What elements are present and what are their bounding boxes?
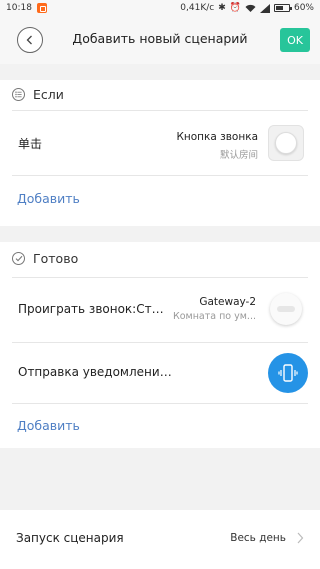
wifi-icon [245,4,256,12]
check-circle-icon [12,252,25,265]
net-speed: 0,41K/c [180,3,215,13]
signal-icon [259,3,270,13]
then-section: Готово Проиграть звонок:Стук,... Gateway… [0,242,320,448]
bluetooth-icon: ✱ [218,3,226,13]
gateway-device-icon [270,293,302,325]
condition-device-name: Кнопка звонка [176,131,258,143]
action-label: Проиграть звонок:Стук,... [18,302,168,316]
alarm-icon: ⏰ [229,3,241,13]
back-button[interactable] [17,27,43,53]
divider [12,175,308,176]
ok-button[interactable]: OK [280,28,310,52]
action-device-room: Комната по ум... [172,311,256,322]
divider [12,403,308,404]
page-title: Добавить новый сценарий [72,31,248,46]
add-action-link[interactable]: Добавить [17,418,80,433]
action-row[interactable]: Проиграть звонок:Стук,... Gateway-2 Комн… [0,278,320,342]
action-label: Отправка уведомлений... [18,365,178,379]
if-section-title: Если [33,87,64,102]
doorbell-button-icon [268,125,304,161]
action-device-name: Gateway-2 [199,296,256,308]
then-section-header: Готово [0,244,320,274]
status-time: 10:18 [6,3,32,13]
action-row[interactable]: Отправка уведомлений... [0,343,320,403]
chevron-left-icon [26,35,32,45]
if-section-header: Если [0,80,320,110]
add-condition-link[interactable]: Добавить [17,191,80,206]
if-section: Если 单击 Кнопка звонка 默认房间 Добавить [0,80,320,226]
chevron-right-icon [297,532,304,544]
launch-value: Весь день [230,532,286,544]
battery-icon [273,4,292,12]
phone-notification-icon [268,353,308,393]
then-section-title: Готово [33,251,79,266]
status-bar: 10:18 0,41K/c ✱ ⏰ 60% [0,0,320,18]
battery-percent: 60% [293,3,314,13]
condition-device-room: 默认房间 [219,150,258,161]
list-icon [12,88,25,101]
launch-label: Запуск сценария [16,531,124,545]
launch-schedule-row[interactable]: Запуск сценария Весь день [0,510,320,569]
mi-notification-icon [36,3,47,13]
condition-row[interactable]: 单击 Кнопка звонка 默认房间 [0,111,320,175]
app-header: Добавить новый сценарий OK [0,18,320,64]
